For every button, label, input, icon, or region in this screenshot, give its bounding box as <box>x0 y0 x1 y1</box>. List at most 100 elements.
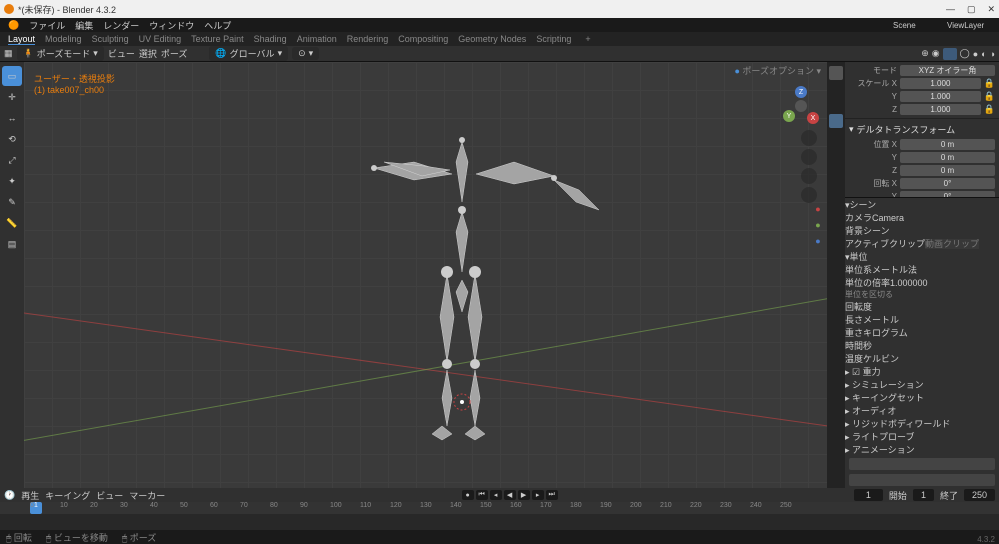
tool-annotate[interactable]: ✎ <box>2 192 22 212</box>
overlay-toggle-icon[interactable]: ◉ <box>932 48 940 59</box>
shading-rendered-icon[interactable]: ◑ <box>990 49 995 59</box>
unit-length[interactable]: メートル <box>863 315 899 325</box>
scale-x[interactable]: 1.000 <box>900 78 981 89</box>
tab-uv[interactable]: UV Editing <box>139 34 182 44</box>
timeline-ruler[interactable]: 1 01020304050607080901001101201301401501… <box>0 502 999 514</box>
units-header[interactable]: ▾単位 <box>845 250 999 263</box>
prop-tab-material[interactable] <box>829 274 843 288</box>
tab-rendering[interactable]: Rendering <box>347 34 389 44</box>
prop-tab-render[interactable] <box>829 66 843 80</box>
tool-select[interactable]: ▭ <box>2 66 22 86</box>
minimize-button[interactable]: — <box>946 4 955 15</box>
panel-keyingsets[interactable]: ▸ キーイングセット <box>845 391 999 404</box>
keyframe-next-icon[interactable]: ▸ <box>532 490 544 500</box>
keyframe-prev-icon[interactable]: ◂ <box>490 490 502 500</box>
tl-menu-view[interactable]: ビュー <box>96 489 123 502</box>
panel-rigidbody[interactable]: ▸ リジッドボディワールド <box>845 417 999 430</box>
prop-tab-physics[interactable] <box>829 194 843 208</box>
drot-x[interactable]: 0° <box>900 178 995 189</box>
panel-footer-item[interactable] <box>849 458 995 470</box>
tool-cursor[interactable]: ✛ <box>2 87 22 107</box>
menu-help[interactable]: ヘルプ <box>204 19 231 32</box>
orientation-dropdown[interactable]: 🌐 グローバル ▾ <box>209 46 288 61</box>
scene-camera[interactable]: Camera <box>872 213 904 223</box>
play-reverse-icon[interactable]: ◀ <box>504 490 516 500</box>
overlay-tab-item[interactable]: ● <box>811 202 825 216</box>
tab-layout[interactable]: Layout <box>8 34 35 45</box>
close-button[interactable]: ✕ <box>987 4 995 15</box>
3d-viewport[interactable]: ● ポーズオプション ▾ ユーザー・透視投影 (1) take007_ch00 … <box>24 62 827 488</box>
shading-matprev-icon[interactable]: ◐ <box>981 49 986 59</box>
gizmo-toggle-icon[interactable]: ⊕ <box>921 48 929 59</box>
unit-rotation[interactable]: 度 <box>863 302 872 312</box>
play-icon[interactable]: ▶ <box>518 490 530 500</box>
tl-menu-playback[interactable]: 再生 <box>21 489 39 502</box>
menu-file[interactable]: ファイル <box>29 19 65 32</box>
sceneprops-header[interactable]: ▾シーン <box>845 198 999 211</box>
tab-geonodes[interactable]: Geometry Nodes <box>458 34 526 44</box>
panel-lightprobe[interactable]: ▸ ライトプローブ <box>845 430 999 443</box>
separate-units[interactable]: 単位を区切る <box>845 290 893 299</box>
prop-tab-constraints[interactable] <box>829 210 843 224</box>
tab-sculpting[interactable]: Sculpting <box>92 34 129 44</box>
tool-rotate[interactable]: ⟲ <box>2 129 22 149</box>
prop-tab-bone[interactable] <box>829 242 843 256</box>
active-clip[interactable]: 動画クリップ <box>925 239 979 249</box>
header-select[interactable]: 選択 <box>139 47 157 60</box>
prop-tab-particles[interactable] <box>829 178 843 192</box>
tab-texture[interactable]: Texture Paint <box>191 34 244 44</box>
overlay-tab-tool[interactable]: ● <box>811 234 825 248</box>
prop-tab-data[interactable] <box>829 226 843 240</box>
tool-breakdowner[interactable]: ▤ <box>2 234 22 254</box>
prop-tab-modifiers[interactable] <box>829 162 843 176</box>
tab-modeling[interactable]: Modeling <box>45 34 82 44</box>
tab-compositing[interactable]: Compositing <box>398 34 448 44</box>
scale-z[interactable]: 1.000 <box>900 104 981 115</box>
prop-tab-object[interactable] <box>829 146 843 160</box>
tool-measure[interactable]: 📏 <box>2 213 22 233</box>
panel-gravity[interactable]: ▸ ☑ 重力 <box>845 365 999 378</box>
frame-end[interactable]: 250 <box>964 489 995 501</box>
pivot-dropdown[interactable]: ⊙ ▾ <box>292 47 319 60</box>
scale-y[interactable]: 1.000 <box>900 91 981 102</box>
shading-solid-icon[interactable]: ● <box>973 49 978 59</box>
shading-wire-icon[interactable]: ◯ <box>960 48 970 59</box>
panel-footer-item[interactable] <box>849 474 995 486</box>
tab-add[interactable]: + <box>585 34 590 44</box>
autokey-icon[interactable]: ● <box>462 490 474 500</box>
tab-shading[interactable]: Shading <box>254 34 287 44</box>
tl-menu-marker[interactable]: マーカー <box>129 489 165 502</box>
unit-temp[interactable]: ケルビン <box>863 354 899 364</box>
tool-scale[interactable]: ⤢ <box>2 150 22 170</box>
prop-tab-scene[interactable] <box>829 114 843 128</box>
unit-time[interactable]: 秒 <box>863 341 872 351</box>
overlay-tab-view[interactable]: ● <box>811 218 825 232</box>
dloc-y[interactable]: 0 m <box>900 152 995 163</box>
panel-simulation[interactable]: ▸ シミュレーション <box>845 378 999 391</box>
unit-mass[interactable]: キログラム <box>863 328 908 338</box>
menu-edit[interactable]: 編集 <box>75 19 93 32</box>
jump-start-icon[interactable]: ⏮ <box>476 490 488 500</box>
dloc-x[interactable]: 0 m <box>900 139 995 150</box>
panel-audio[interactable]: ▸ オーディオ <box>845 404 999 417</box>
dloc-z[interactable]: 0 m <box>900 165 995 176</box>
tool-transform[interactable]: ✦ <box>2 171 22 191</box>
frame-current[interactable]: 1 <box>854 489 883 501</box>
timeline-editor-icon[interactable]: 🕐 <box>4 490 15 501</box>
menu-window[interactable]: ウィンドウ <box>149 19 194 32</box>
delta-header[interactable]: ▾デルタトランスフォーム <box>849 121 995 138</box>
prop-tab-output[interactable] <box>829 82 843 96</box>
menu-render[interactable]: レンダー <box>103 19 139 32</box>
prop-tab-boneconstraint[interactable] <box>829 258 843 272</box>
xray-toggle[interactable] <box>943 48 957 60</box>
prop-tab-texture[interactable] <box>829 290 843 304</box>
header-view[interactable]: ビュー <box>108 47 135 60</box>
mode-dropdown[interactable]: 🧍 ポーズモード ▾ <box>17 46 104 61</box>
unit-scale[interactable]: 1.000000 <box>890 278 928 288</box>
header-pose[interactable]: ポーズ <box>161 47 188 60</box>
jump-end-icon[interactable]: ⏭ <box>546 490 558 500</box>
unit-system[interactable]: メートル法 <box>872 265 917 275</box>
viewlayer-selector[interactable]: ViewLayer <box>941 20 991 31</box>
tool-move[interactable]: ↔ <box>2 108 22 128</box>
scene-selector[interactable]: Scene <box>887 20 937 31</box>
